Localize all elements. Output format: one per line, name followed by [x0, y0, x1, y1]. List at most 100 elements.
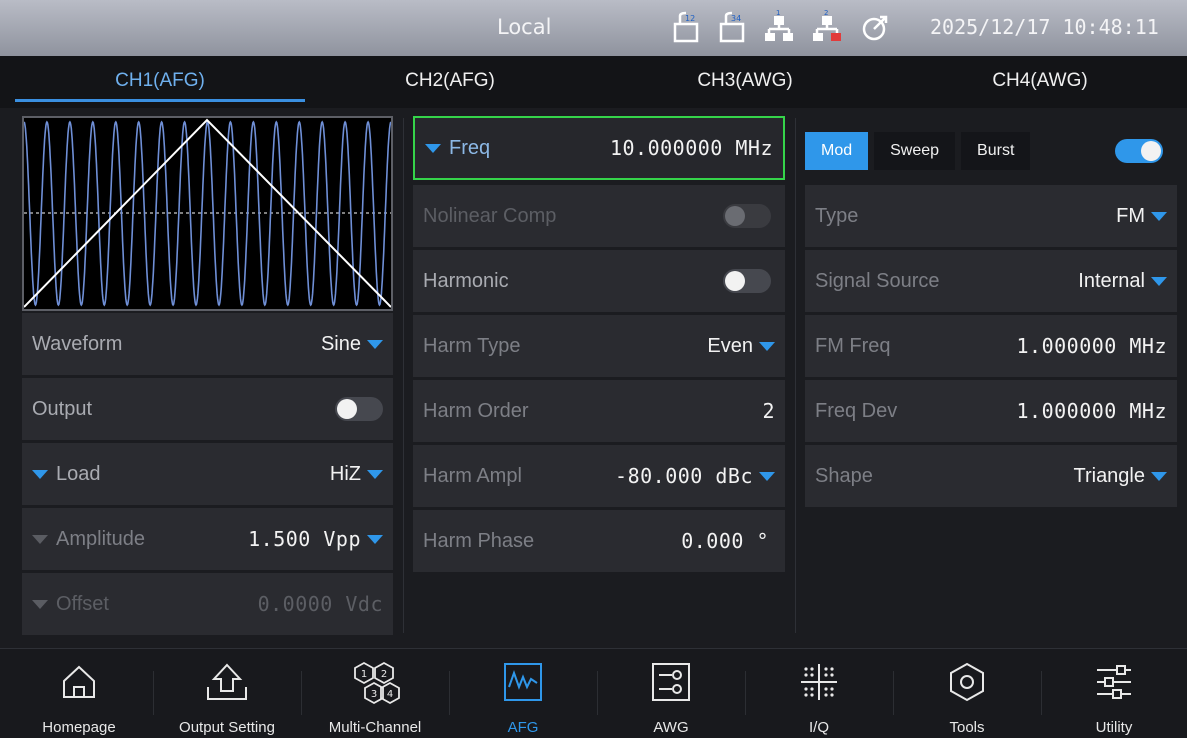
bottom-nav: Homepage Output Setting 1 2 3 4 Multi-Ch…	[0, 648, 1187, 738]
svg-text:4: 4	[387, 689, 393, 700]
nav-afg[interactable]: AFG	[449, 649, 597, 738]
harm-type-dropdown[interactable]: Even	[707, 335, 775, 358]
svg-text:12: 12	[685, 14, 695, 23]
signal-source-value: Internal	[1078, 269, 1145, 292]
mod-type-value: FM	[1116, 204, 1145, 227]
dropdown-caret-icon	[367, 534, 383, 544]
shape-row[interactable]: Shape Triangle	[805, 445, 1177, 507]
nolinear-comp-row: Nolinear Comp	[413, 185, 785, 247]
nav-label: Output Setting	[179, 719, 275, 736]
harm-type-value: Even	[707, 334, 753, 357]
constellation-dot	[804, 673, 808, 677]
constellation-dot	[830, 693, 834, 697]
amplitude-row[interactable]: Amplitude 1.500 Vpp	[22, 508, 393, 570]
fm-freq-value[interactable]: 1.000000 MHz	[1017, 334, 1168, 358]
nav-label: Tools	[949, 719, 985, 736]
amplitude-dropdown[interactable]: 1.500 Vpp	[248, 527, 383, 551]
mod-type-dropdown[interactable]: FM	[1116, 205, 1167, 228]
expand-caret-icon	[32, 469, 48, 479]
channel-tabs: CH1(AFG) CH2(AFG) CH3(AWG) CH4(AWG)	[0, 56, 1187, 108]
amplitude-value: 1.500 Vpp	[248, 527, 361, 551]
nav-label: AWG	[653, 719, 689, 736]
signal-source-row[interactable]: Signal Source Internal	[805, 250, 1177, 312]
waveform-row[interactable]: Waveform Sine	[22, 313, 393, 375]
dropdown-caret-icon	[1151, 276, 1167, 286]
nav-utility[interactable]: Utility	[1041, 649, 1187, 738]
harm-order-row[interactable]: Harm Order 2	[413, 380, 785, 442]
nolinear-comp-toggle	[723, 204, 771, 228]
waveform-label: Waveform	[32, 332, 123, 355]
load-row[interactable]: Load HiZ	[22, 443, 393, 505]
status-bar: Local 12 34 1 2 2025/12/17 10:48:11	[0, 0, 1187, 56]
offset-label: Offset	[56, 592, 109, 615]
freq-value: 10.000000 MHz	[609, 136, 773, 160]
harmonic-toggle[interactable]	[723, 269, 771, 293]
harm-ampl-value: -80.000 dBc	[615, 464, 753, 488]
nav-iq[interactable]: I/Q	[745, 649, 893, 738]
freq-label: Freq	[449, 136, 491, 159]
svg-text:2: 2	[824, 10, 828, 17]
harm-phase-label: Harm Phase	[423, 529, 535, 552]
utility-sliders-icon	[1093, 661, 1135, 708]
usb-34-icon: 34	[718, 10, 746, 44]
load-dropdown[interactable]: HiZ	[330, 463, 383, 486]
remote-mode-label: Local	[497, 15, 552, 39]
harm-phase-value[interactable]: 0.000 °	[681, 529, 769, 553]
mod-button[interactable]: Mod	[805, 132, 869, 170]
freq-field[interactable]: Freq 10.000000 MHz	[413, 116, 785, 180]
freq-dev-row[interactable]: Freq Dev 1.000000 MHz	[805, 380, 1177, 442]
mod-enable-toggle[interactable]	[1115, 139, 1163, 163]
harm-type-row[interactable]: Harm Type Even	[413, 315, 785, 377]
home-icon	[58, 661, 100, 708]
nav-awg[interactable]: AWG	[597, 649, 745, 738]
mod-type-row[interactable]: Type FM	[805, 185, 1177, 247]
refresh-icon[interactable]	[860, 10, 890, 44]
tab-ch1[interactable]: CH1(AFG)	[15, 56, 305, 108]
amplitude-label-wrap: Amplitude	[32, 528, 248, 551]
column-divider	[795, 118, 796, 633]
shape-dropdown[interactable]: Triangle	[1073, 465, 1167, 488]
harmonic-row[interactable]: Harmonic	[413, 250, 785, 312]
column-divider	[403, 118, 404, 633]
svg-text:1: 1	[776, 10, 780, 17]
nav-multi-channel[interactable]: 1 2 3 4 Multi-Channel	[301, 649, 449, 738]
network-2-disconnected-icon: 2	[812, 10, 842, 44]
output-label: Output	[32, 397, 93, 420]
nav-label: Homepage	[42, 719, 116, 736]
svg-text:3: 3	[371, 689, 377, 700]
svg-text:2: 2	[381, 669, 387, 680]
burst-button[interactable]: Burst	[961, 132, 1031, 170]
shape-value: Triangle	[1073, 464, 1145, 487]
multi-channel-icon: 1 2 3 4	[350, 661, 400, 712]
harm-order-value[interactable]: 2	[762, 399, 775, 423]
harm-ampl-row[interactable]: Harm Ampl -80.000 dBc	[413, 445, 785, 507]
constellation-dot	[810, 673, 814, 677]
nav-output-setting[interactable]: Output Setting	[153, 649, 301, 738]
dropdown-caret-icon	[367, 339, 383, 349]
nav-label: Utility	[1095, 719, 1133, 736]
expand-caret-icon	[425, 143, 441, 153]
freq-dev-value[interactable]: 1.000000 MHz	[1017, 399, 1168, 423]
harm-ampl-dropdown[interactable]: -80.000 dBc	[615, 464, 775, 488]
svg-text:1: 1	[361, 669, 367, 680]
nav-homepage[interactable]: Homepage	[5, 649, 153, 738]
tab-ch2[interactable]: CH2(AFG)	[305, 56, 595, 108]
harm-ampl-label: Harm Ampl	[423, 464, 522, 487]
output-toggle[interactable]	[335, 397, 383, 421]
fm-freq-row[interactable]: FM Freq 1.000000 MHz	[805, 315, 1177, 377]
afg-settings-panel: Waveform Sine Output Load HiZ Amplitude …	[0, 108, 1187, 648]
offset-row: Offset 0.0000 Vdc	[22, 573, 393, 635]
nolinear-comp-label: Nolinear Comp	[423, 204, 557, 227]
sweep-button[interactable]: Sweep	[874, 132, 956, 170]
constellation-dot	[824, 673, 828, 677]
harm-phase-row[interactable]: Harm Phase 0.000 °	[413, 510, 785, 572]
waveform-preview-plot	[23, 118, 392, 308]
nav-tools[interactable]: Tools	[893, 649, 1041, 738]
tab-ch4[interactable]: CH4(AWG)	[895, 56, 1185, 108]
tab-ch3[interactable]: CH3(AWG)	[595, 56, 895, 108]
waveform-dropdown[interactable]: Sine	[321, 333, 383, 356]
expand-caret-icon	[32, 599, 48, 609]
output-row[interactable]: Output	[22, 378, 393, 440]
signal-source-dropdown[interactable]: Internal	[1078, 270, 1167, 293]
constellation-dot	[830, 687, 834, 691]
